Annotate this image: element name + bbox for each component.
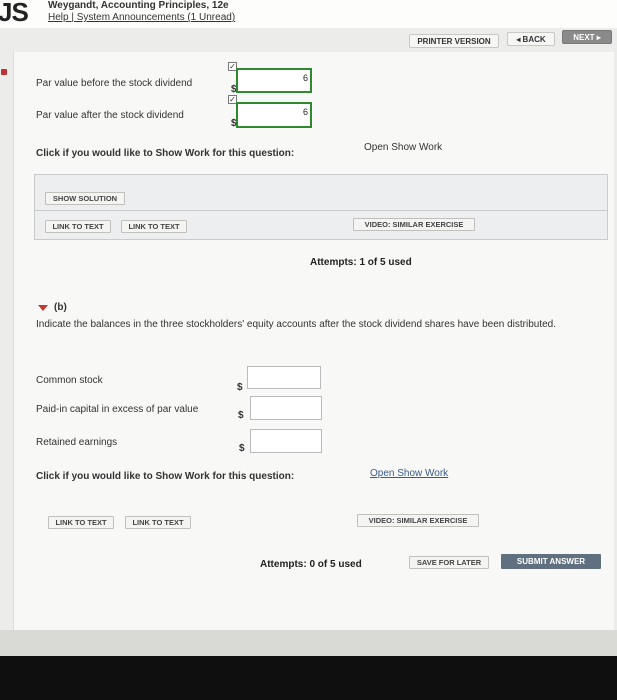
open-show-work-link[interactable]: Open Show Work: [364, 142, 442, 153]
top-bar: JS Weygandt, Accounting Principles, 12e …: [0, 0, 617, 28]
par-after-label: Par value after the stock dividend: [36, 110, 184, 121]
announcements-link[interactable]: System Announcements (1 Unread): [77, 12, 235, 23]
common-stock-label: Common stock: [36, 375, 103, 386]
par-before-label: Par value before the stock dividend: [36, 78, 193, 89]
submit-answer-button[interactable]: SUBMIT ANSWER: [501, 554, 601, 569]
currency-symbol: $: [238, 410, 244, 421]
link-to-text-button[interactable]: LINK TO TEXT: [121, 220, 187, 233]
footer-band: [0, 630, 617, 656]
par-before-input[interactable]: 6: [236, 68, 312, 93]
help-links: Help | System Announcements (1 Unread): [48, 12, 235, 23]
link-to-text-button[interactable]: LINK TO TEXT: [125, 516, 191, 529]
currency-symbol: $: [237, 382, 243, 393]
expand-arrow-icon[interactable]: [38, 305, 48, 311]
back-button[interactable]: ◂ BACK: [507, 32, 555, 46]
help-link[interactable]: Help: [48, 12, 69, 23]
link-to-text-button[interactable]: LINK TO TEXT: [45, 220, 111, 233]
video-similar-exercise-button[interactable]: VIDEO: SIMILAR EXERCISE: [357, 514, 479, 527]
video-similar-exercise-button[interactable]: VIDEO: SIMILAR EXERCISE: [353, 218, 475, 231]
save-for-later-button[interactable]: SAVE FOR LATER: [409, 556, 489, 569]
printer-version-button[interactable]: PRINTER VERSION: [409, 34, 499, 48]
divider: [35, 210, 607, 211]
attempts-counter: Attempts: 0 of 5 used: [260, 559, 362, 570]
show-solution-button[interactable]: SHOW SOLUTION: [45, 192, 125, 205]
common-stock-input[interactable]: [247, 366, 321, 389]
part-b-instruction: Indicate the balances in the three stock…: [36, 319, 557, 330]
par-after-value: 6: [302, 107, 308, 117]
wiley-logo: JS: [0, 0, 29, 27]
link-to-text-button[interactable]: LINK TO TEXT: [48, 516, 114, 529]
question-content: Par value before the stock dividend ✓ $ …: [1, 52, 614, 632]
screen: JS Weygandt, Accounting Principles, 12e …: [0, 0, 617, 656]
attempts-counter: Attempts: 1 of 5 used: [310, 257, 412, 268]
currency-symbol: $: [239, 443, 245, 454]
show-work-prompt: Click if you would like to Show Work for…: [36, 148, 295, 159]
retained-earnings-label: Retained earnings: [36, 437, 118, 448]
next-button[interactable]: NEXT ▸: [562, 30, 612, 44]
paid-in-capital-input[interactable]: [250, 396, 322, 420]
solution-panel: SHOW SOLUTION LINK TO TEXT LINK TO TEXT …: [34, 174, 608, 240]
paid-in-capital-label: Paid-in capital in excess of par value: [36, 404, 199, 415]
retained-earnings-input[interactable]: [250, 429, 322, 453]
show-work-prompt: Click if you would like to Show Work for…: [36, 471, 295, 482]
par-before-value: 6: [302, 73, 308, 83]
open-show-work-link[interactable]: Open Show Work: [370, 468, 448, 479]
link-separator: |: [68, 12, 77, 23]
book-title: Weygandt, Accounting Principles, 12e: [48, 0, 229, 11]
part-b-heading: (b): [54, 302, 67, 313]
par-after-input[interactable]: 6: [236, 102, 312, 128]
status-marker: [1, 69, 7, 75]
